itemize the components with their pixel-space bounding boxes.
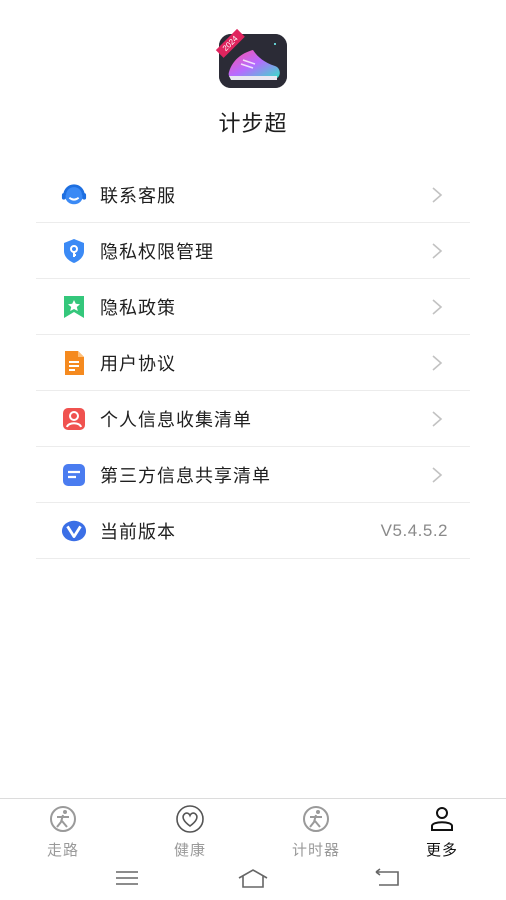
- chevron-right-icon: [432, 299, 443, 315]
- tab-timer[interactable]: 计时器: [276, 805, 356, 860]
- menu-item-user-agreement[interactable]: 用户协议: [36, 335, 470, 391]
- menu-item-third-party-list[interactable]: 第三方信息共享清单: [36, 447, 470, 503]
- chevron-right-icon: [432, 355, 443, 371]
- third-party-list-icon: [61, 462, 87, 488]
- chevron-right-icon: [432, 411, 443, 427]
- walk-timer-icon: [303, 806, 329, 832]
- menu-item-label: 当前版本: [100, 521, 176, 542]
- menu-item-contact-service[interactable]: 联系客服: [36, 167, 470, 223]
- version-v-icon: [61, 518, 87, 544]
- app-name: 计步超: [218, 111, 288, 136]
- chevron-right-icon: [432, 467, 443, 483]
- back-icon[interactable]: [370, 866, 404, 892]
- menu-item-privacy-policy[interactable]: 隐私政策: [36, 279, 470, 335]
- menu-item-label: 隐私政策: [100, 297, 176, 318]
- menu-item-label: 个人信息收集清单: [100, 409, 252, 430]
- settings-menu: 联系客服 隐私权限管理 隐私政策 用户协议 个人信息收集清单 第三方信息共享清单…: [36, 167, 470, 559]
- menu-item-current-version[interactable]: 当前版本 V5.4.5.2: [36, 503, 470, 559]
- chevron-right-icon: [432, 243, 443, 259]
- menu-lines-icon[interactable]: [110, 866, 144, 892]
- home-icon[interactable]: [236, 866, 270, 892]
- menu-item-privacy-permission[interactable]: 隐私权限管理: [36, 223, 470, 279]
- agreement-document-icon: [61, 350, 87, 376]
- privacy-shield-icon: [61, 238, 87, 264]
- system-nav-bar: [0, 858, 506, 900]
- menu-item-label: 联系客服: [100, 185, 176, 206]
- menu-item-label: 用户协议: [100, 353, 176, 374]
- bottom-tab-bar: 走路 健康 计时器 更多: [0, 798, 506, 860]
- customer-service-icon: [61, 182, 87, 208]
- tab-walk[interactable]: 走路: [23, 805, 103, 860]
- person-icon: [431, 807, 453, 831]
- menu-item-label: 隐私权限管理: [100, 241, 214, 262]
- version-value: V5.4.5.2: [380, 520, 448, 540]
- tab-more[interactable]: 更多: [402, 805, 482, 860]
- tab-health[interactable]: 健康: [150, 805, 230, 860]
- tab-label: 计时器: [291, 842, 340, 859]
- walk-icon: [50, 806, 76, 832]
- app-header: 2024 计步超: [0, 0, 506, 160]
- menu-item-personal-info-list[interactable]: 个人信息收集清单: [36, 391, 470, 447]
- chevron-right-icon: [432, 187, 443, 203]
- tab-label: 走路: [46, 842, 79, 859]
- tab-label: 健康: [173, 842, 206, 859]
- menu-item-label: 第三方信息共享清单: [100, 465, 271, 486]
- heart-icon: [176, 805, 204, 833]
- policy-bookmark-icon: [61, 294, 87, 320]
- tab-label: 更多: [425, 842, 458, 859]
- personal-info-icon: [61, 406, 87, 432]
